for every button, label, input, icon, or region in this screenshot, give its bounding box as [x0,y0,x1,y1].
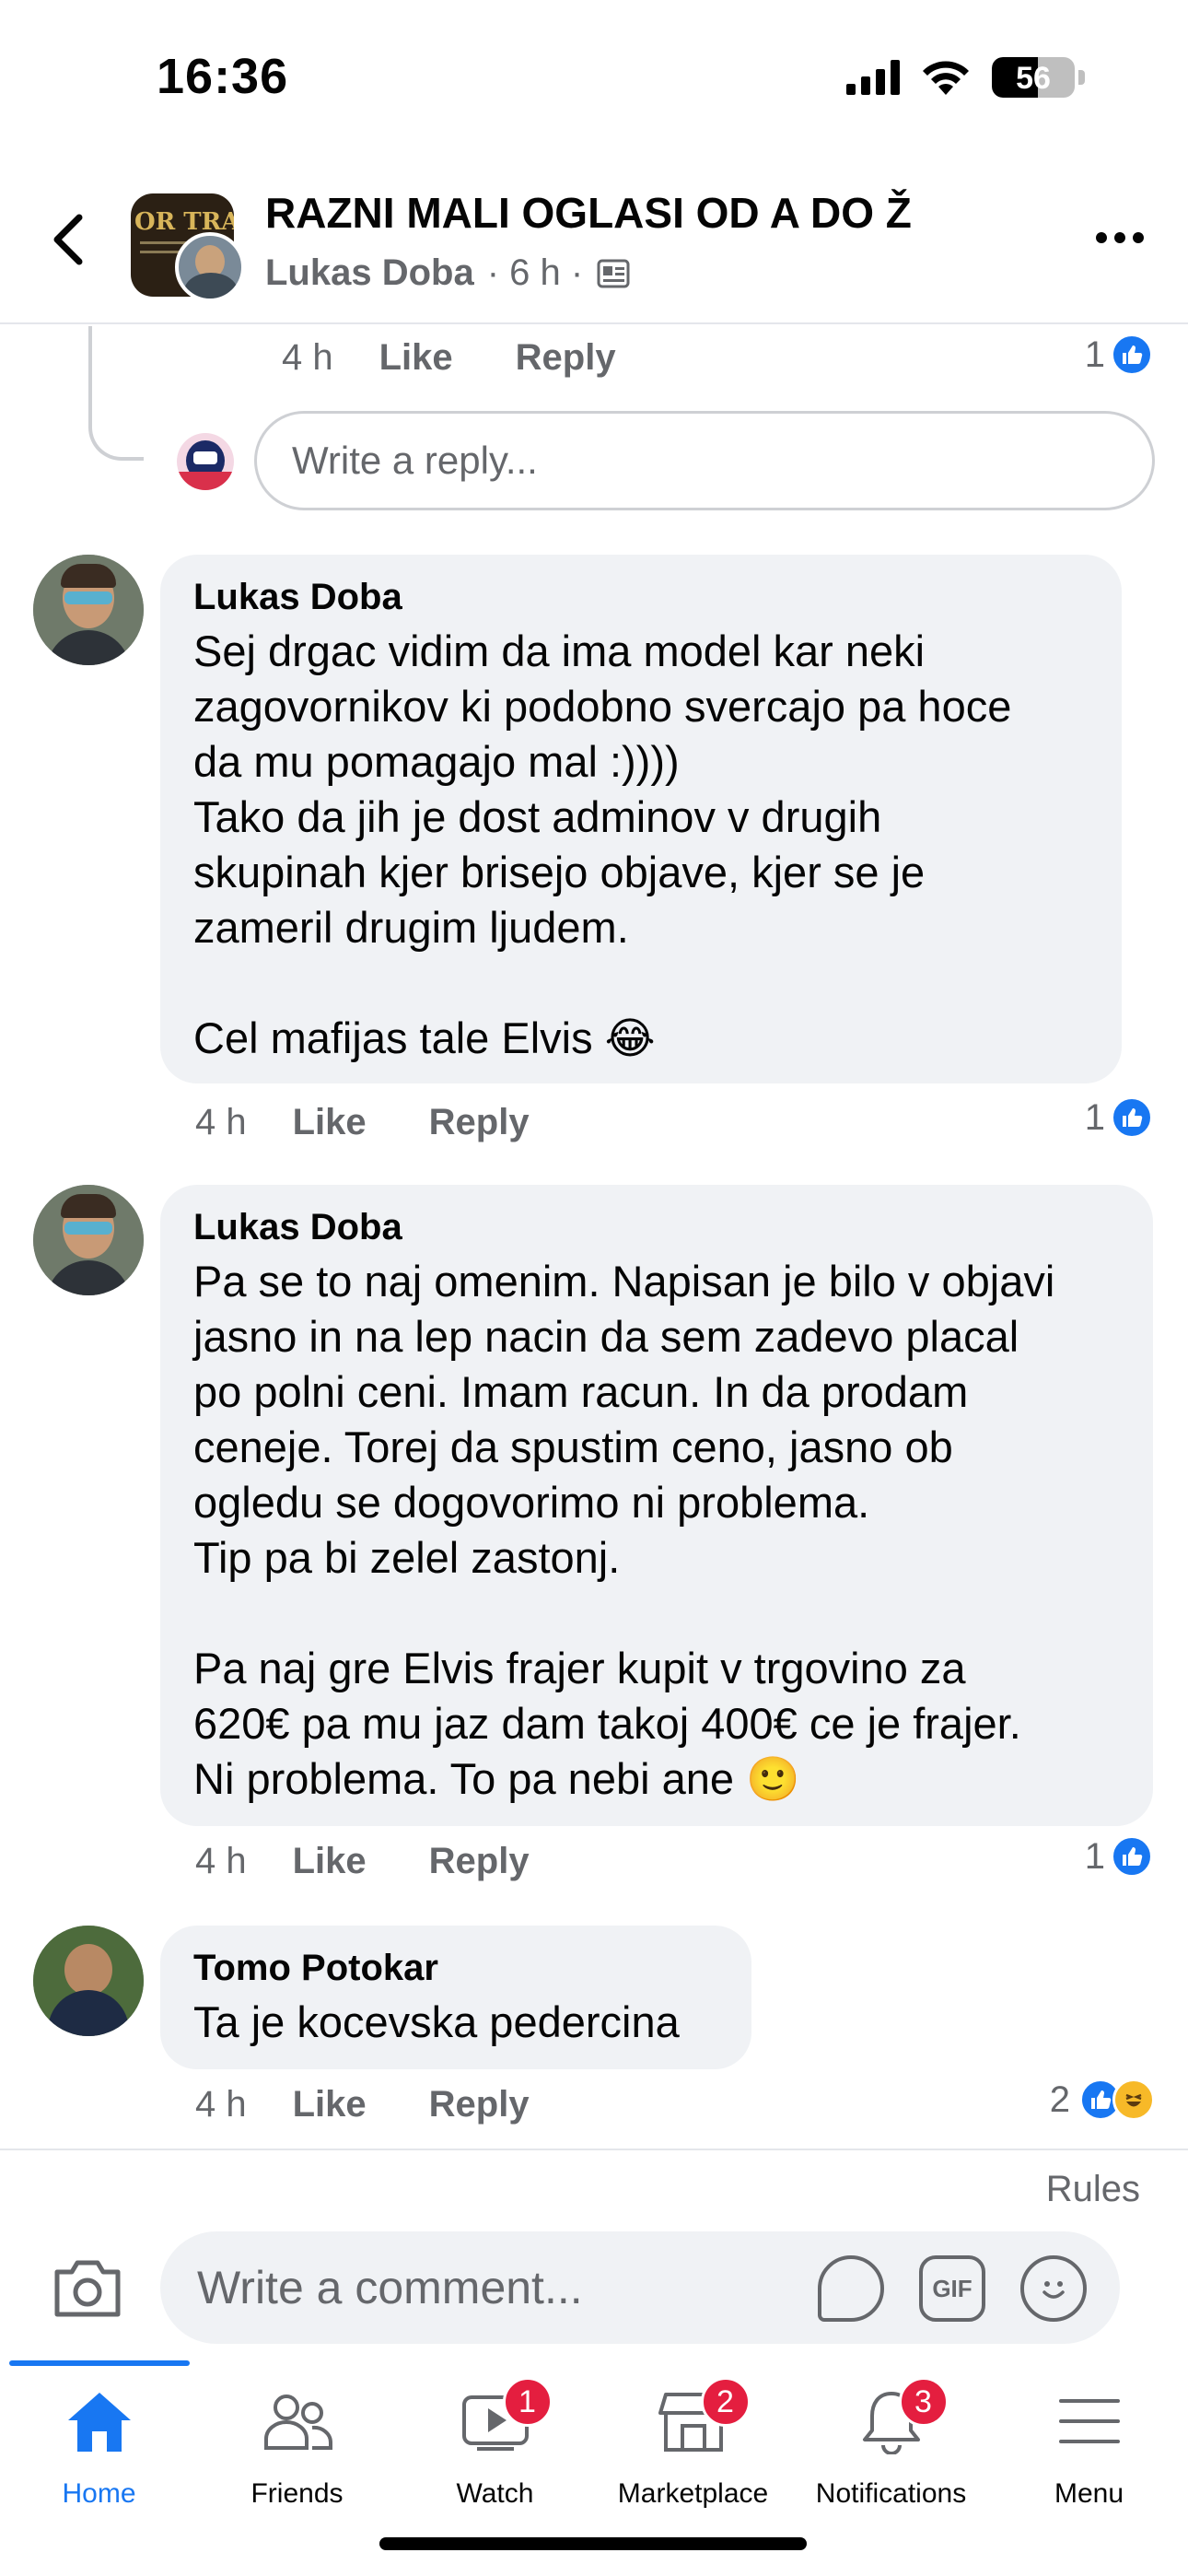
prev-reply-time: 4 h [282,337,333,378]
tab-label: Notifications [815,2478,967,2509]
more-options-icon[interactable] [1096,232,1144,243]
comment-meta: 4 h Like Reply [195,1841,592,1882]
status-icons: 56 [846,57,1085,98]
post-time: · 6 h · [486,252,584,293]
sticker-icon[interactable] [818,2255,884,2322]
notifications-badge: 3 [898,2377,949,2427]
comment-author[interactable]: Lukas Doba [193,577,1089,618]
comment-like-button[interactable]: Like [293,1102,367,1143]
commenter-avatar[interactable] [33,1185,144,1295]
rules-link[interactable]: Rules [1046,2169,1140,2210]
comment-reply-button[interactable]: Reply [429,2084,530,2125]
watch-icon: 1 [459,2377,553,2458]
tab-label: Home [62,2478,136,2509]
commenter-avatar[interactable] [33,555,144,665]
watch-badge: 1 [502,2377,553,2427]
comment-bubble[interactable]: Lukas Doba Sej drgac vidim da ima model … [160,555,1122,1083]
bell-icon: 3 [855,2377,949,2458]
battery-level: 56 [1016,61,1051,96]
menu-icon [1053,2384,1126,2458]
group-title[interactable]: RAZNI MALI OGLASI OD A DO Ž [265,188,912,238]
post-header: OR TRADE RAZNI MALI OGLASI OD A DO Ž Luk… [0,157,1188,324]
comment-reactions[interactable]: 1 [1085,1835,1153,1878]
back-arrow-icon[interactable] [48,212,88,267]
poster-avatar[interactable] [175,232,245,302]
camera-icon[interactable] [52,2255,123,2320]
prev-reply-reply-button[interactable]: Reply [516,337,616,379]
emoji-icon[interactable] [1020,2255,1087,2322]
comment-reactions[interactable]: 2 [1050,2078,1155,2121]
tab-marketplace[interactable]: 2 Marketplace [594,2377,792,2523]
group-audience-icon [597,259,630,287]
marketplace-badge: 2 [700,2377,751,2427]
comment-text: Pa se to naj omenim. Napisan je bilo v o… [193,1257,1055,1803]
comment-reply-button[interactable]: Reply [429,1102,530,1143]
prev-reply-like-button[interactable]: Like [379,337,453,379]
current-user-avatar [177,433,234,490]
comment-time: 4 h [195,1102,247,1142]
comment-bubble[interactable]: Lukas Doba Pa se to naj omenim. Napisan … [160,1185,1153,1826]
tab-label: Menu [1054,2478,1124,2509]
thumbs-up-icon [1111,1096,1153,1139]
tab-label: Marketplace [617,2478,769,2509]
friends-icon [261,2384,334,2458]
status-time: 16:36 [157,49,289,104]
comment-time: 4 h [195,2084,247,2125]
comment-input-placeholder: Write a comment... [197,2262,583,2313]
tab-label: Watch [456,2478,534,2509]
comment-reply-button[interactable]: Reply [429,1841,530,1882]
composer-icons: GIF [818,2255,1087,2322]
battery-tip [1078,70,1085,85]
comment-text: Ta je kocevska pedercina [193,1997,680,2046]
tab-notifications[interactable]: 3 Notifications [792,2377,990,2523]
comment-author[interactable]: Lukas Doba [193,1207,1120,1248]
comment-reactions[interactable]: 1 [1085,1096,1153,1139]
reaction-count: 2 [1049,2078,1070,2120]
tab-menu[interactable]: Menu [990,2384,1188,2523]
active-tab-indicator [9,2360,190,2366]
home-indicator [379,2537,807,2550]
comment-text: Sej drgac vidim da ima model kar neki za… [193,626,1012,1062]
commenter-avatar[interactable] [33,1926,144,2036]
haha-reaction-icon [1112,2078,1155,2121]
tab-watch[interactable]: 1 Watch [396,2377,594,2523]
group-logo-text: OR TRADE [134,208,234,236]
composer-divider [0,2149,1188,2150]
reply-input[interactable]: Write a reply... [254,411,1155,510]
status-bar: 16:36 56 [0,0,1188,157]
post-subtitle: Lukas Doba · 6 h · [265,252,631,294]
thumbs-up-icon [1111,334,1153,376]
reaction-count: 1 [1084,1096,1105,1138]
gif-icon[interactable]: GIF [919,2255,985,2322]
cellular-signal-icon [846,60,900,95]
comment-author[interactable]: Tomo Potokar [193,1948,718,1989]
marketplace-icon: 2 [657,2377,751,2458]
thumbs-up-icon [1111,1835,1153,1878]
tab-friends[interactable]: Friends [198,2384,396,2523]
prev-reply-reactions[interactable]: 1 [1085,334,1153,376]
prev-reply-meta: 4 h Like Reply [282,337,679,379]
reaction-count: 1 [1084,334,1105,375]
poster-name[interactable]: Lukas Doba [265,252,474,294]
comment-input[interactable]: Write a comment... GIF [160,2231,1120,2344]
tab-label: Friends [250,2478,344,2509]
wifi-icon [923,61,969,95]
comment-like-button[interactable]: Like [293,2084,367,2125]
tab-home[interactable]: Home [0,2384,198,2523]
comment-bubble[interactable]: Tomo Potokar Ta je kocevska pedercina [160,1926,751,2069]
reaction-count: 1 [1084,1835,1105,1877]
comment-meta: 4 h Like Reply [195,1102,592,1143]
battery-icon: 56 [992,57,1075,98]
home-icon [63,2384,136,2458]
comment-like-button[interactable]: Like [293,1841,367,1882]
comment-meta: 4 h Like Reply [195,2084,592,2125]
thread-connector [88,326,144,461]
comment-time: 4 h [195,1841,247,1881]
